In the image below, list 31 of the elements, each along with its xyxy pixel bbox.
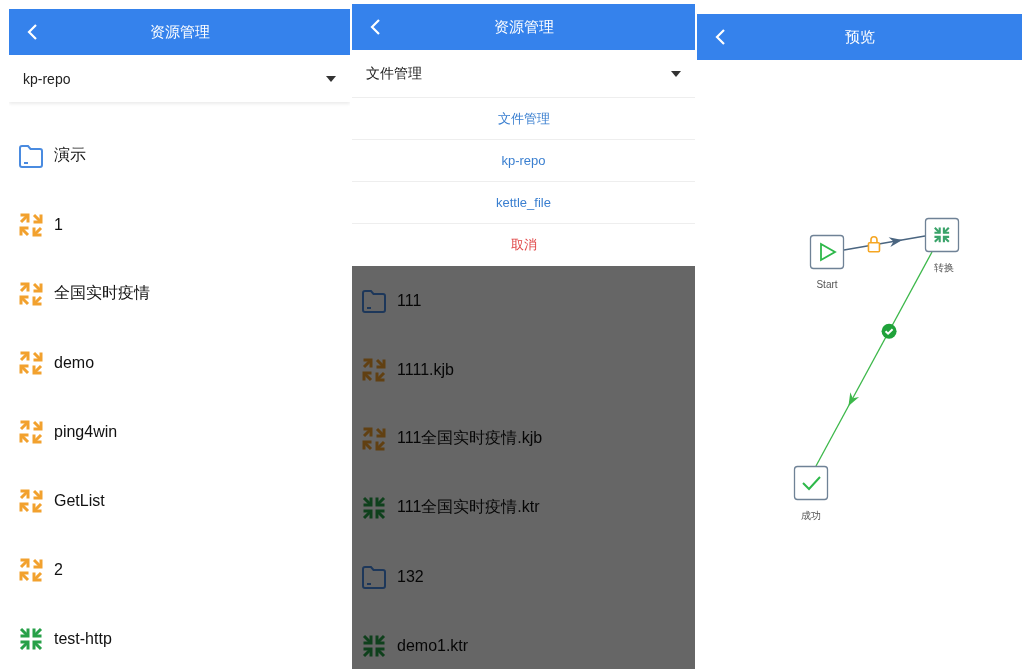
caret-icon [326, 75, 336, 82]
file-item[interactable]: 2 [9, 535, 350, 604]
flow-node[interactable] [809, 234, 845, 270]
screen-title: 预览 [844, 27, 875, 47]
lock-icon [867, 236, 881, 253]
back-icon[interactable] [368, 18, 382, 36]
file-item[interactable]: 全国实时疫情 [9, 259, 350, 328]
file-item[interactable]: 111 [352, 266, 695, 335]
file-item[interactable]: 1 [9, 190, 350, 259]
file-item[interactable]: 演示 [9, 121, 350, 190]
file-item[interactable]: test-http [9, 604, 350, 669]
node-label: 转换 [934, 262, 954, 273]
file-item[interactable]: demo1.ktr [352, 611, 695, 669]
node-label: 成功 [801, 510, 821, 521]
back-icon[interactable] [713, 28, 727, 46]
flow-node[interactable] [924, 217, 960, 253]
check-circle-icon [881, 323, 897, 339]
repo-dropdown[interactable]: kp-repo [9, 55, 350, 102]
file-item[interactable]: 1111.kjb [352, 335, 695, 404]
caret-icon [671, 70, 681, 77]
back-icon[interactable] [25, 23, 39, 41]
screen-title: 资源管理 [493, 17, 554, 37]
file-item[interactable]: 132 [352, 542, 695, 611]
node-label: Start [816, 279, 838, 290]
file-item[interactable]: 111全国实时疫情.ktr [352, 473, 695, 542]
flow-node[interactable] [793, 465, 829, 501]
file-item[interactable]: demo [9, 328, 350, 397]
file-item[interactable]: ping4win [9, 397, 350, 466]
screen-title: 资源管理 [149, 22, 210, 42]
file-item[interactable]: 111全国实时疫情.kjb [352, 404, 695, 473]
file-item[interactable]: GetList [9, 466, 350, 535]
